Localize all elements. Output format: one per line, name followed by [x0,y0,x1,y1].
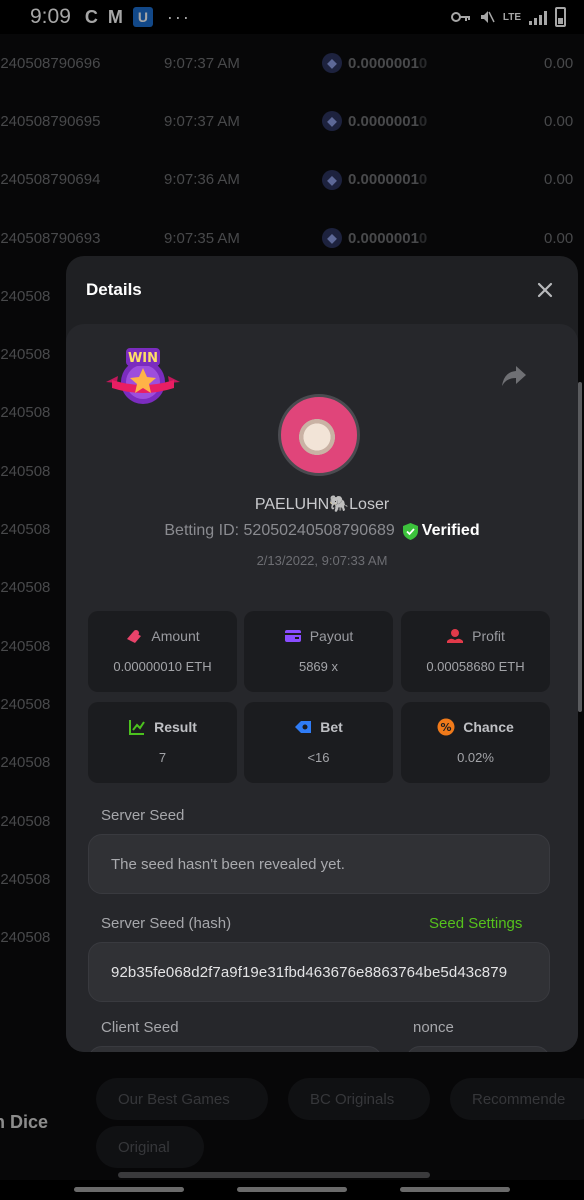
nonce-label: nonce [413,1019,454,1036]
modal-header: Details [66,256,578,324]
system-navigation-bar [0,1180,584,1200]
stat-label: Amount [151,628,200,644]
betting-id: Betting ID: 52050240508790689 [164,522,395,539]
close-button[interactable] [532,277,558,303]
stat-payout: Payout 5869 x [244,611,393,692]
stat-result: Result 7 [88,702,237,783]
stat-value: 0.00058680 ETH [426,659,525,674]
stat-chance: % Chance 0.02% [401,702,550,783]
stat-bet: Bet <16 [244,702,393,783]
stat-value: 5869 x [298,659,339,674]
stat-value: 0.00000010 ETH [113,659,212,674]
details-modal: Details WIN PAELUHN🐘Loser Betting ID: 52… [66,256,578,1052]
chance-icon: % [437,718,455,736]
share-button[interactable] [500,364,528,388]
svg-text:%: % [441,721,452,734]
client-seed-label: Client Seed [101,1019,179,1036]
nav-recents-button[interactable] [74,1187,184,1192]
avatar [278,394,360,476]
bet-details-card: WIN PAELUHN🐘Loser Betting ID: 5205024050… [66,324,578,1052]
horizontal-scrollbar[interactable] [118,1172,430,1178]
verified-badge: Verified [402,522,480,540]
nonce-field[interactable] [406,1046,550,1052]
stat-value: 0.02% [457,750,494,765]
nav-back-button[interactable] [400,1187,510,1192]
user-name: PAELUHN🐘Loser [254,496,390,513]
win-badge-icon: WIN [106,348,180,404]
amount-icon [127,630,142,643]
stat-profit: Profit 0.00058680 ETH [401,611,550,692]
verified-shield-icon [402,522,418,540]
server-seed-hash-field[interactable]: 92b35fe068d2f7a9f19e31fbd463676e8863764b… [88,942,550,1002]
payout-icon [284,630,301,642]
server-seed-label: Server Seed [101,807,185,824]
stat-label: Payout [309,628,354,644]
stat-label: Bet [320,719,343,735]
share-icon [502,366,526,386]
verified-label: Verified [421,522,480,539]
win-badge: WIN [104,346,182,410]
client-seed-field[interactable] [88,1046,382,1052]
bet-icon [295,721,312,733]
badge-text: WIN [128,351,158,366]
modal-title: Details [86,280,142,299]
stat-value: <16 [307,750,330,765]
stat-label: Result [154,719,197,735]
bet-date: 2/13/2022, 9:07:33 AM [256,553,388,568]
server-seed-hash-label: Server Seed (hash) [101,915,232,932]
seed-settings-link[interactable]: Seed Settings [429,915,522,932]
stat-value: 7 [158,750,167,765]
stat-label: Chance [463,719,514,735]
close-icon [537,282,553,298]
betting-id-row: Betting ID: 52050240508790689 Verified [66,522,578,540]
stat-amount: Amount 0.00000010 ETH [88,611,237,692]
stat-label: Profit [472,628,505,644]
page-scrollbar[interactable] [578,382,582,712]
profit-icon [447,629,464,643]
server-seed-field: The seed hasn't been revealed yet. [88,834,550,894]
result-icon [129,720,145,735]
nav-home-button[interactable] [237,1187,347,1192]
